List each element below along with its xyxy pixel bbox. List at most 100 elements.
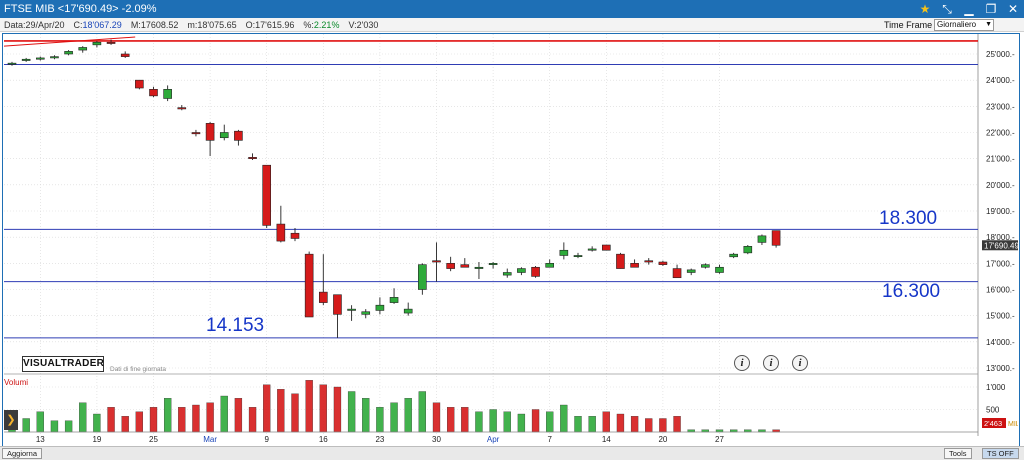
volume-bar <box>475 411 483 433</box>
candle-body <box>262 164 272 226</box>
y-tick-label: 20'000.- <box>986 181 1015 190</box>
info-max: 17608.52 <box>140 19 179 30</box>
volume-bar <box>461 407 469 433</box>
volume-bar <box>517 413 526 433</box>
volume-bar <box>263 384 271 433</box>
candle-body <box>446 263 455 269</box>
data-source-note: Dati di fine giornata <box>110 366 167 373</box>
info-vol: 2'030 <box>356 19 379 30</box>
candle-body <box>318 291 328 303</box>
info-icon[interactable]: i <box>763 355 779 371</box>
candle-body <box>389 297 399 303</box>
update-button[interactable]: Aggiorna <box>2 448 43 459</box>
volume-bar <box>531 409 540 433</box>
volume-bar <box>616 413 625 433</box>
y-tick-label: 15'000.- <box>986 312 1015 321</box>
y-tick-label: 23'000.- <box>986 102 1015 111</box>
candle-body <box>644 260 654 263</box>
volume-bar <box>347 391 356 433</box>
info-icon[interactable]: i <box>792 355 808 371</box>
x-tick-label: 20 <box>658 435 667 444</box>
candle-body <box>743 246 753 254</box>
candle-body <box>347 308 356 311</box>
volume-bar <box>446 407 455 433</box>
y-tick-label: 16'000.- <box>986 286 1015 295</box>
window-controls: ★ ⤡ ▁ ❐ ✕ <box>914 0 1024 18</box>
status-bar: Aggiorna Tools TS OFF <box>0 446 1024 460</box>
volume-tick-label: 500 <box>986 406 1000 415</box>
info-max-label: M: <box>130 19 141 30</box>
candle-body <box>21 58 31 61</box>
candle-body <box>205 123 215 141</box>
candle-body <box>432 260 441 263</box>
volume-bar <box>602 411 610 433</box>
x-tick-label: 30 <box>432 435 441 444</box>
volume-bar <box>305 380 313 433</box>
x-tick-label: 16 <box>319 435 328 444</box>
candle-body <box>149 89 158 97</box>
y-tick-label: 21'000.- <box>986 155 1015 164</box>
volume-bar <box>149 407 158 433</box>
volume-bar <box>418 391 427 433</box>
star-icon[interactable]: ★ <box>914 0 936 18</box>
price-panel <box>4 34 978 374</box>
candle-body <box>686 269 696 273</box>
annotation-level-top: 18.300 <box>879 208 938 229</box>
title-bar: FTSE MIB <17'690.49> -2.09% ★ ⤡ ▁ ❐ ✕ <box>0 0 1024 18</box>
candle-body <box>375 304 385 311</box>
restore-icon[interactable]: ❐ <box>980 0 1002 18</box>
candle-body <box>120 53 130 57</box>
candle-body <box>248 157 257 159</box>
timeframe-label: Time Frame <box>884 20 933 30</box>
annotation-level-low: 14.153 <box>206 315 265 336</box>
y-tick-label: 25'000.- <box>986 50 1015 59</box>
candle-body <box>545 263 555 268</box>
tools-button[interactable]: Tools <box>944 448 972 459</box>
volume-bar <box>277 389 285 433</box>
volume-bar <box>234 398 243 433</box>
candle-body <box>418 264 427 290</box>
timeframe-select[interactable]: Giornaliero ▼ <box>934 19 994 31</box>
ts-toggle-button[interactable]: TS OFF <box>982 448 1019 459</box>
x-tick-label: 19 <box>92 435 101 444</box>
x-tick-label: 9 <box>264 435 269 444</box>
volume-bar <box>163 398 172 433</box>
candle-body <box>630 263 639 268</box>
candle-body <box>163 89 172 99</box>
candle-body <box>559 249 569 256</box>
candle-body <box>35 57 45 60</box>
x-tick-label: 25 <box>149 435 158 444</box>
minimize-icon[interactable]: ▁ <box>958 0 980 18</box>
volume-bar <box>64 420 73 433</box>
info-date: Data:29/Apr/20 <box>4 19 65 30</box>
volume-bar <box>659 418 667 433</box>
volume-bar <box>630 416 639 433</box>
candle-body <box>531 266 540 277</box>
volume-bar <box>362 398 370 433</box>
y-tick-label: 17'000.- <box>986 259 1015 268</box>
candle-body <box>701 264 710 268</box>
expand-arrow-icon[interactable]: ❯ <box>4 410 18 430</box>
price-chart[interactable]: 13'000.- 14'000.- 15'000.- 16'000.- 17'000.-… <box>4 34 1018 444</box>
candle-body <box>234 130 243 141</box>
volume-bar <box>546 411 554 433</box>
volume-bar <box>432 402 441 433</box>
volume-bar <box>333 386 342 433</box>
volume-bar <box>36 411 44 433</box>
ohlc-info-bar: Data:29/Apr/20 C: 18'067.29 M: 17608.52 … <box>0 18 1024 32</box>
volume-bar <box>560 404 568 433</box>
info-vol-label: V: <box>348 19 357 30</box>
volume-bar <box>588 416 596 433</box>
volume-tick-label: 1'000 <box>986 383 1006 392</box>
candle-body <box>50 56 59 59</box>
volume-bar <box>390 402 398 433</box>
volume-bar <box>503 411 511 433</box>
close-icon[interactable]: ✕ <box>1002 0 1024 18</box>
pin-icon[interactable]: ⤡ <box>936 0 958 18</box>
x-tick-label: 13 <box>36 435 45 444</box>
volume-unit-label: MIL <box>1008 421 1018 428</box>
timeframe-value: Giornaliero <box>937 20 977 29</box>
volume-bar <box>192 404 200 433</box>
info-icon[interactable]: i <box>734 355 750 371</box>
y-tick-label: 22'000.- <box>986 129 1015 138</box>
